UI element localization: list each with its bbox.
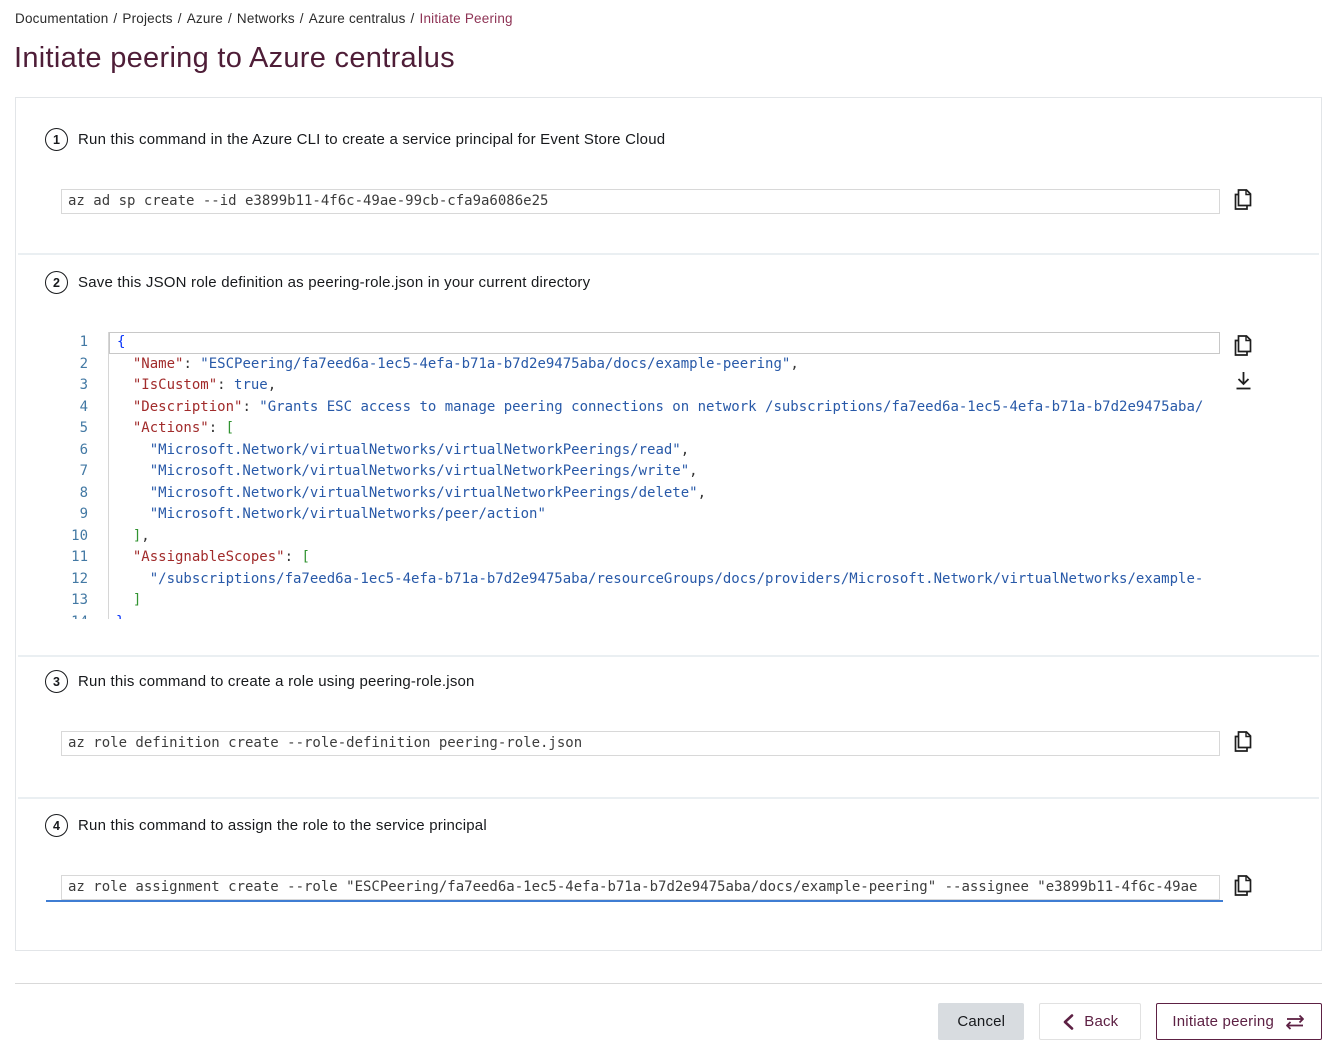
line-number: 11 [61,547,109,569]
line-number: 5 [61,418,109,440]
code-line: ], [109,526,1220,548]
step-1-command: az ad sp create --id e3899b11-4f6c-49ae-… [62,190,1219,213]
step-2-label: Save this JSON role definition as peerin… [78,274,590,291]
back-button[interactable]: Back [1039,1003,1141,1040]
step-4-label: Run this command to assign the role to t… [78,817,487,834]
line-number: 8 [61,483,109,505]
editor-line-7: 7 "Microsoft.Network/virtualNetworks/vir… [61,461,1220,483]
breadcrumb-item[interactable]: Projects [122,11,172,26]
line-number: 3 [61,375,109,397]
cancel-button[interactable]: Cancel [938,1003,1024,1040]
breadcrumb-separator: / [113,11,117,26]
step-4-copy-button[interactable] [1231,874,1255,898]
breadcrumb-separator: / [300,11,304,26]
editor-line-10: 10 ], [61,526,1220,548]
footer-divider [15,983,1322,984]
divider-step-1-2 [18,253,1319,255]
json-role-editor[interactable]: 1{2 "Name": "ESCPeering/fa7eed6a-1ec5-4e… [61,332,1220,619]
chevron-left-icon [1062,1014,1074,1030]
copy-icon [1232,345,1254,360]
line-number: 10 [61,526,109,548]
breadcrumb-separator: / [411,11,415,26]
step-4-command-box[interactable]: az role assignment create --role "ESCPee… [61,875,1220,900]
footer-actions: Cancel Back Initiate peering [938,1003,1322,1040]
step-3-command: az role definition create --role-definit… [62,732,1219,755]
step-3-label: Run this command to create a role using … [78,673,475,690]
step-1-number: 1 [53,133,60,147]
step-3-copy-button[interactable] [1231,730,1255,754]
step-3-number: 3 [53,675,60,689]
line-number: 14 [61,612,109,620]
breadcrumb-current: Initiate Peering [420,11,513,26]
copy-icon [1232,199,1254,214]
step-3-badge: 3 [45,670,68,693]
copy-icon [1232,885,1254,900]
breadcrumb-item[interactable]: Documentation [15,11,108,26]
code-line: "/subscriptions/fa7eed6a-1ec5-4efa-b71a-… [109,569,1220,591]
line-number: 13 [61,590,109,612]
step-1-label: Run this command in the Azure CLI to cre… [78,131,665,148]
line-number: 7 [61,461,109,483]
step-2-number: 2 [53,276,60,290]
page-title: Initiate peering to Azure centralus [14,42,455,75]
step-1-copy-button[interactable] [1231,188,1255,212]
code-line: "Microsoft.Network/virtualNetworks/peer/… [109,504,1220,526]
step-4-badge: 4 [45,814,68,837]
editor-line-2: 2 "Name": "ESCPeering/fa7eed6a-1ec5-4efa… [61,354,1220,376]
divider-step-2-3 [18,655,1319,657]
code-line: "Name": "ESCPeering/fa7eed6a-1ec5-4efa-b… [109,354,1220,376]
horizontal-scrollbar[interactable] [46,900,1223,902]
line-number: 4 [61,397,109,419]
editor-line-13: 13 ] [61,590,1220,612]
editor-line-3: 3 "IsCustom": true, [61,375,1220,397]
code-line: } [109,612,1220,620]
line-number: 9 [61,504,109,526]
code-line: "Microsoft.Network/virtualNetworks/virtu… [109,461,1220,483]
editor-line-5: 5 "Actions": [ [61,418,1220,440]
editor-line-1: 1{ [61,332,1220,354]
code-line: "Microsoft.Network/virtualNetworks/virtu… [109,440,1220,462]
breadcrumb-separator: / [228,11,232,26]
editor-line-12: 12 "/subscriptions/fa7eed6a-1ec5-4efa-b7… [61,569,1220,591]
editor-line-9: 9 "Microsoft.Network/virtualNetworks/pee… [61,504,1220,526]
editor-line-4: 4 "Description": "Grants ESC access to m… [61,397,1220,419]
code-line: "Description": "Grants ESC access to man… [109,397,1220,419]
line-number: 1 [61,332,109,354]
copy-icon [1232,741,1254,756]
step-2-badge: 2 [45,271,68,294]
breadcrumb-item[interactable]: Azure [187,11,223,26]
divider-step-3-4 [18,797,1319,799]
download-icon [1232,380,1255,395]
breadcrumb-separator: / [178,11,182,26]
code-line: "AssignableScopes": [ [109,547,1220,569]
swap-arrows-icon [1284,1012,1306,1032]
line-number: 12 [61,569,109,591]
editor-line-8: 8 "Microsoft.Network/virtualNetworks/vir… [61,483,1220,505]
code-line: "IsCustom": true, [109,375,1220,397]
step-1-command-box[interactable]: az ad sp create --id e3899b11-4f6c-49ae-… [61,189,1220,214]
editor-line-11: 11 "AssignableScopes": [ [61,547,1220,569]
breadcrumb-item[interactable]: Azure centralus [309,11,406,26]
editor-line-14: 14} [61,612,1220,620]
breadcrumb-item[interactable]: Networks [237,11,295,26]
code-line: ] [109,590,1220,612]
code-line: { [109,332,1220,354]
initiate-peering-button-label: Initiate peering [1172,1013,1274,1030]
code-line: "Actions": [ [109,418,1220,440]
step-3-command-box[interactable]: az role definition create --role-definit… [61,731,1220,756]
step-4-command: az role assignment create --role "ESCPee… [62,876,1219,899]
step-4-number: 4 [53,819,60,833]
step-1-badge: 1 [45,128,68,151]
breadcrumb: Documentation / Projects / Azure / Networks / Az… [15,11,513,26]
back-button-label: Back [1084,1013,1118,1030]
line-number: 2 [61,354,109,376]
editor-line-6: 6 "Microsoft.Network/virtualNetworks/vir… [61,440,1220,462]
code-line: "Microsoft.Network/virtualNetworks/virtu… [109,483,1220,505]
step-2-download-button[interactable] [1231,369,1255,393]
step-2-copy-button[interactable] [1231,334,1255,358]
wizard-card: 1 Run this command in the Azure CLI to c… [15,97,1322,951]
initiate-peering-button[interactable]: Initiate peering [1156,1003,1322,1040]
cancel-button-label: Cancel [957,1013,1005,1030]
line-number: 6 [61,440,109,462]
